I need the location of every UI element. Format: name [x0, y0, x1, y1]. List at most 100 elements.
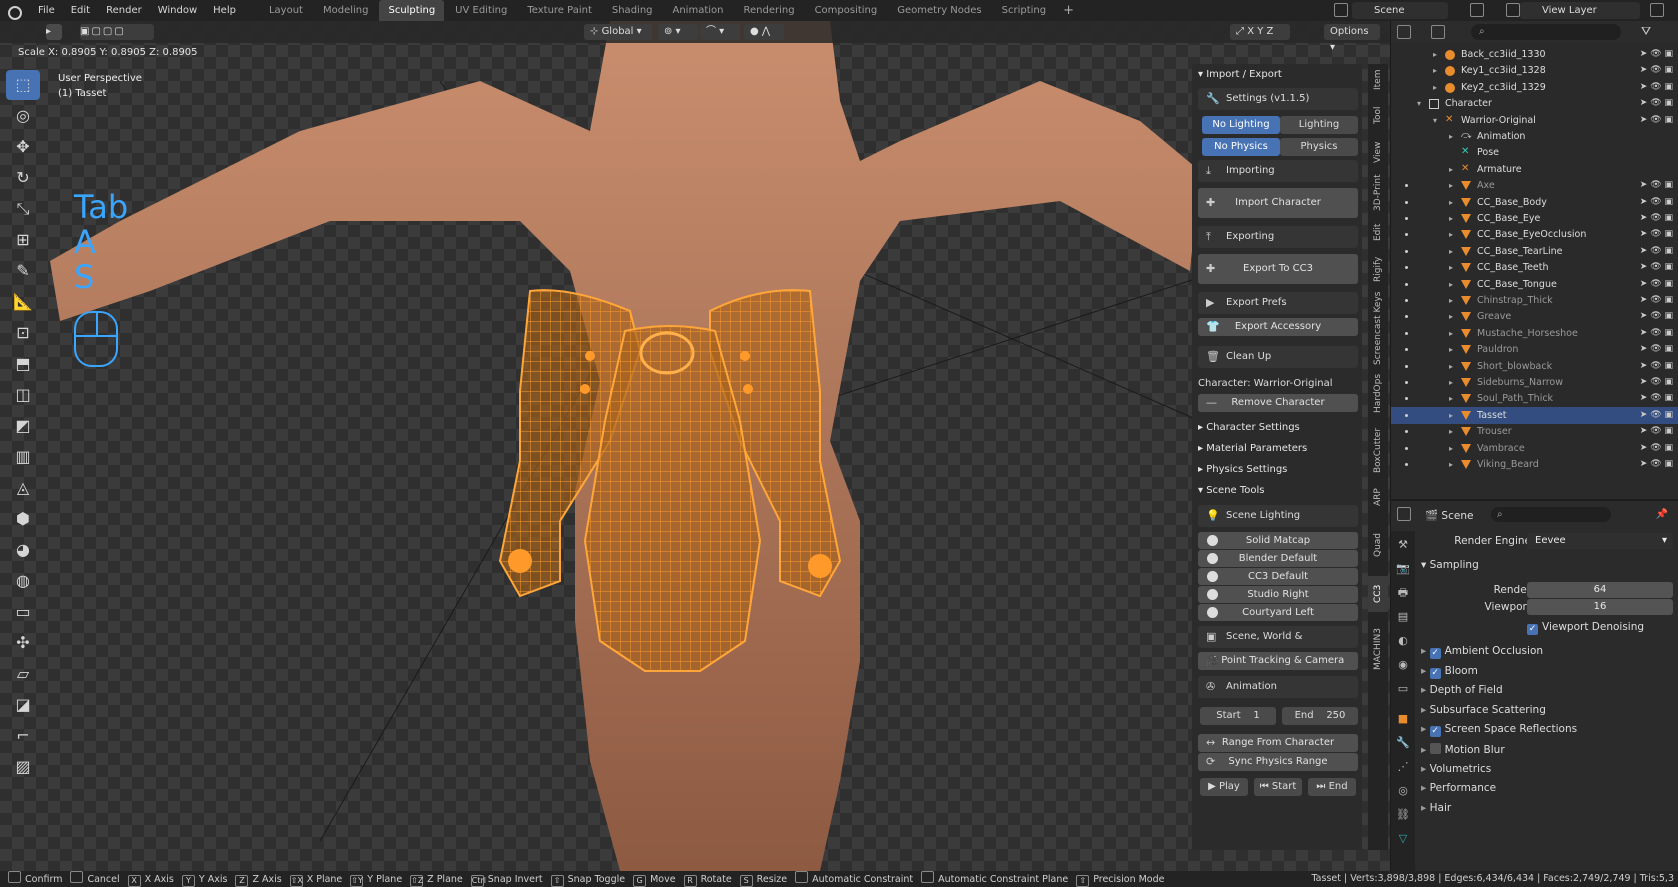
modifier-tab-icon[interactable]: 🔧: [1395, 735, 1411, 751]
sampling-header[interactable]: ▾ Sampling: [1421, 559, 1673, 571]
outliner-row[interactable]: ▸ Pauldron ➤ 👁 ▣: [1391, 341, 1678, 358]
checkbox-checked-icon[interactable]: ✓: [1429, 667, 1441, 679]
output-tab-icon[interactable]: 🖶: [1395, 585, 1411, 601]
outliner-row[interactable]: ▸ Back_cc3iid_1330 ➤ 👁 ▣: [1391, 46, 1678, 63]
jump-start-button[interactable]: ⏮ Start: [1254, 778, 1302, 796]
display-mode-icon[interactable]: [1431, 25, 1445, 39]
selection-mode-buttons[interactable]: ▣▢▢▢: [80, 24, 154, 40]
view-layer-icon[interactable]: [1506, 3, 1520, 17]
outliner-row[interactable]: ▾ Character ➤ 👁 ▣: [1391, 95, 1678, 112]
visibility-toggles[interactable]: ➤ 👁 ▣: [1640, 456, 1673, 473]
render-engine-dropdown[interactable]: Eevee ▾: [1527, 533, 1673, 549]
edit-dot-icon[interactable]: [1405, 381, 1408, 384]
tab-compositing[interactable]: Compositing: [806, 0, 887, 21]
sidebar-tab-view[interactable]: View: [1368, 134, 1388, 170]
tab-texture-paint[interactable]: Texture Paint: [518, 0, 601, 21]
panel-hair[interactable]: ▸ Hair: [1421, 802, 1673, 814]
outliner-row[interactable]: ▸ ⤼ Animation: [1391, 128, 1678, 145]
scene-copy-icon[interactable]: [1470, 3, 1484, 17]
character-settings-header[interactable]: ▸ Character Settings: [1198, 422, 1358, 433]
checkbox-unchecked-icon[interactable]: [1429, 743, 1441, 754]
add-cube-tool-icon[interactable]: ⊡: [6, 318, 40, 348]
sidebar-tab-arp[interactable]: ARP: [1368, 482, 1388, 512]
outliner-row[interactable]: ▸ CC_Base_Body ➤ 👁 ▣: [1391, 194, 1678, 211]
annotate-tool-icon[interactable]: ✎: [6, 256, 40, 286]
proportional-edit[interactable]: ● ⋀: [744, 24, 784, 40]
checkbox-checked-icon[interactable]: ✓: [1429, 726, 1441, 738]
render-tab-icon[interactable]: 📷: [1395, 561, 1411, 577]
physics-tab-icon[interactable]: ◎: [1395, 783, 1411, 799]
view-layer-tab-icon[interactable]: ▤: [1395, 609, 1411, 625]
expand-arrow-icon[interactable]: ▸: [1449, 161, 1453, 178]
menu-render[interactable]: Render: [98, 0, 150, 21]
export-accessory-button[interactable]: 👕 Export Accessory: [1198, 318, 1358, 336]
object-tab-icon[interactable]: ■: [1395, 711, 1411, 727]
visibility-toggles[interactable]: ➤ 👁 ▣: [1640, 210, 1673, 227]
expand-arrow-icon[interactable]: ▸: [1449, 292, 1453, 309]
tab-rendering[interactable]: Rendering: [734, 0, 803, 21]
rip-tool-icon[interactable]: ◪: [6, 690, 40, 720]
edit-dot-icon[interactable]: [1405, 315, 1408, 319]
sidebar-tab-edit[interactable]: Edit: [1368, 216, 1388, 248]
outliner-row[interactable]: ▾ ✕ Warrior-Original ➤ 👁 ▣: [1391, 112, 1678, 129]
outliner-row[interactable]: ▸ Sideburns_Narrow ➤ 👁 ▣: [1391, 374, 1678, 391]
visibility-toggles[interactable]: ➤ 👁 ▣: [1640, 46, 1673, 63]
edit-dot-icon[interactable]: [1405, 463, 1408, 466]
panel-volumetrics[interactable]: ▸ Volumetrics: [1421, 763, 1673, 775]
no-lighting-button[interactable]: No Lighting: [1202, 116, 1280, 134]
expand-arrow-icon[interactable]: ▸: [1449, 243, 1453, 260]
expand-arrow-icon[interactable]: ▸: [1449, 194, 1453, 211]
viewport-denoising-checkbox[interactable]: ✓ Viewport Denoising: [1527, 621, 1673, 635]
material-parameters-header[interactable]: ▸ Material Parameters: [1198, 443, 1358, 454]
sidebar-tab-boxcutter[interactable]: BoxCutter: [1368, 420, 1388, 480]
edit-dot-icon[interactable]: [1405, 266, 1408, 270]
pivot-dropdown[interactable]: ⊚ ▾: [658, 24, 698, 40]
visibility-toggles[interactable]: ➤ 👁 ▣: [1640, 226, 1673, 243]
scene-lighting-section[interactable]: 💡 Scene Lighting: [1198, 505, 1358, 527]
tab-animation[interactable]: Animation: [664, 0, 733, 21]
select-box-tool-icon[interactable]: ⬚: [6, 70, 40, 100]
tab-modeling[interactable]: Modeling: [314, 0, 378, 21]
shear-tool-icon[interactable]: ▱: [6, 659, 40, 689]
visibility-toggles[interactable]: ➤ 👁 ▣: [1640, 243, 1673, 260]
knife-tool-icon[interactable]: ◬: [6, 473, 40, 503]
edit-dot-icon[interactable]: [1405, 282, 1408, 286]
preset-studio-right-button[interactable]: Studio Right: [1198, 586, 1358, 603]
expand-arrow-icon[interactable]: ▸: [1449, 308, 1453, 325]
collection-tab-icon[interactable]: ▭: [1395, 681, 1411, 697]
play-button[interactable]: ▶ Play: [1200, 778, 1248, 796]
sidebar-tab-cc3[interactable]: CC3: [1368, 576, 1388, 612]
panel-depth-of-field[interactable]: ▸ Depth of Field: [1421, 684, 1673, 696]
edit-dot-icon[interactable]: [1405, 249, 1408, 253]
sync-physics-range-button[interactable]: ⟳ Sync Physics Range: [1198, 753, 1358, 771]
expand-arrow-icon[interactable]: ▸: [1449, 456, 1453, 473]
3d-viewport[interactable]: [0, 21, 1390, 871]
expand-arrow-icon[interactable]: ▸: [1449, 407, 1453, 424]
expand-arrow-icon[interactable]: ▸: [1433, 79, 1437, 96]
preset-blender-default-button[interactable]: Blender Default: [1198, 550, 1358, 567]
scale-tool-icon[interactable]: ⤡: [6, 194, 40, 224]
expand-arrow-icon[interactable]: ▸: [1449, 325, 1453, 342]
expand-arrow-icon[interactable]: ▸: [1449, 177, 1453, 194]
edit-dot-icon[interactable]: [1405, 397, 1408, 401]
panel-motion-blur[interactable]: ▸ Motion Blur: [1421, 743, 1673, 756]
visibility-toggles[interactable]: ➤ 👁 ▣: [1640, 79, 1673, 96]
edit-dot-icon[interactable]: [1405, 200, 1408, 204]
outliner-row[interactable]: ▸ CC_Base_TearLine ➤ 👁 ▣: [1391, 243, 1678, 260]
tab-shading[interactable]: Shading: [603, 0, 662, 21]
loop-cut-tool-icon[interactable]: ▥: [6, 442, 40, 472]
visibility-toggles[interactable]: ➤ 👁 ▣: [1640, 325, 1673, 342]
scene-type-icon[interactable]: [1334, 3, 1348, 17]
start-frame-field[interactable]: Start 1: [1200, 707, 1276, 725]
sidebar-tab-quad-remesh[interactable]: Quad Remesh: [1368, 516, 1403, 574]
expand-arrow-icon[interactable]: ▸: [1433, 46, 1437, 63]
no-physics-button[interactable]: No Physics: [1202, 138, 1280, 156]
visibility-toggles[interactable]: ➤ 👁 ▣: [1640, 177, 1673, 194]
tab-sculpting[interactable]: Sculpting: [379, 0, 445, 21]
preset-solid-matcap-button[interactable]: Solid Matcap: [1198, 532, 1358, 549]
visibility-toggles[interactable]: ➤ 👁 ▣: [1640, 259, 1673, 276]
expand-arrow-icon[interactable]: ▸: [1433, 62, 1437, 79]
visibility-toggles[interactable]: ➤ 👁 ▣: [1640, 292, 1673, 309]
edge-slide-tool-icon[interactable]: ▭: [6, 597, 40, 627]
sidebar-tab-tool[interactable]: Tool: [1368, 99, 1388, 131]
